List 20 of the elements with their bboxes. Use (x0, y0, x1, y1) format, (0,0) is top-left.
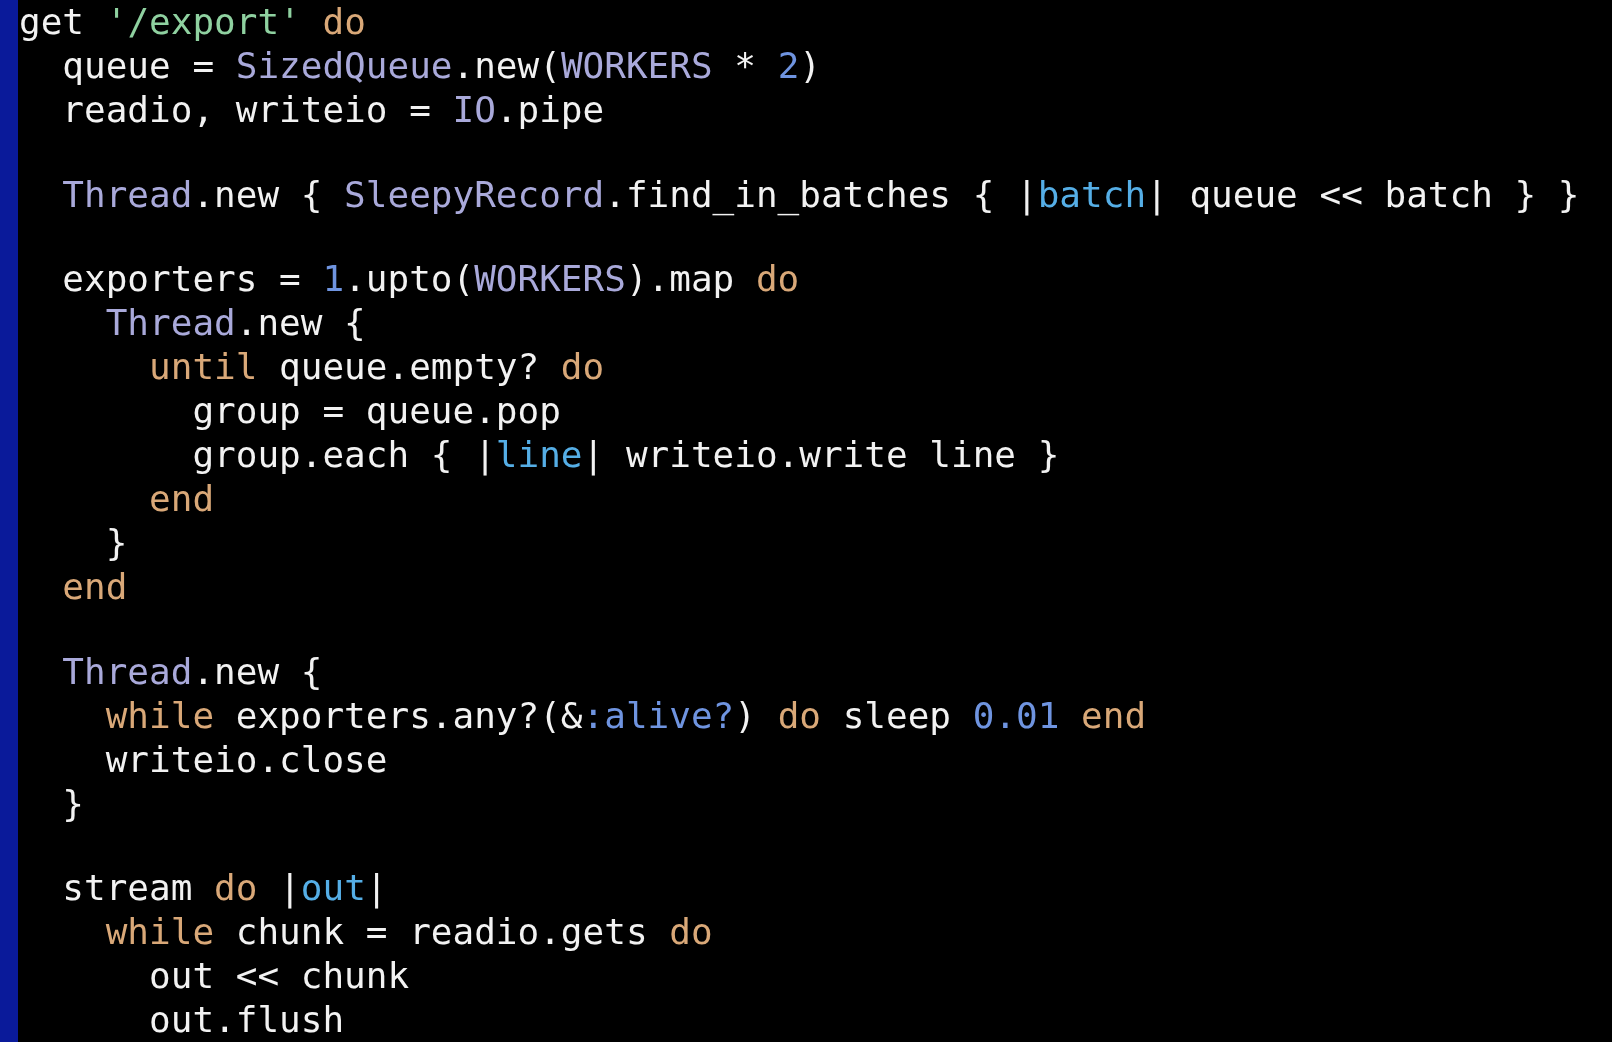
code-line: group.each { |line| writeio.write line } (191, 433, 1060, 477)
code-line: } (104, 521, 128, 565)
code-line: get '/export' do (19, 0, 366, 44)
code-line: Thread.new { (104, 301, 366, 345)
code-line: out << chunk (148, 954, 410, 998)
code-line: while chunk = readio.gets do (104, 910, 713, 954)
code-line: queue = SizedQueue.new(WORKERS * 2) (61, 44, 821, 88)
code-line: out.flush (148, 998, 345, 1042)
code-line: writeio.close (104, 737, 388, 782)
code-line: stream do |out| (61, 866, 388, 910)
code-line: end (61, 565, 128, 609)
code-line: exporters = 1.upto(WORKERS).map do (61, 257, 800, 301)
code-line: Thread.new { SleepyRecord.find_in_batches { |batch| queue << batch } } (61, 172, 1580, 217)
code-line: group = queue.pop (191, 389, 561, 433)
code-line: while exporters.any?(&:alive?) do sleep 0.01 end (104, 693, 1147, 738)
code-line: Thread.new { (61, 649, 323, 694)
code-line: readio, writeio = IO.pipe (61, 88, 605, 132)
code-line: } (61, 781, 85, 826)
code-line: end (148, 477, 215, 521)
code-line: until queue.empty? do (148, 345, 605, 389)
